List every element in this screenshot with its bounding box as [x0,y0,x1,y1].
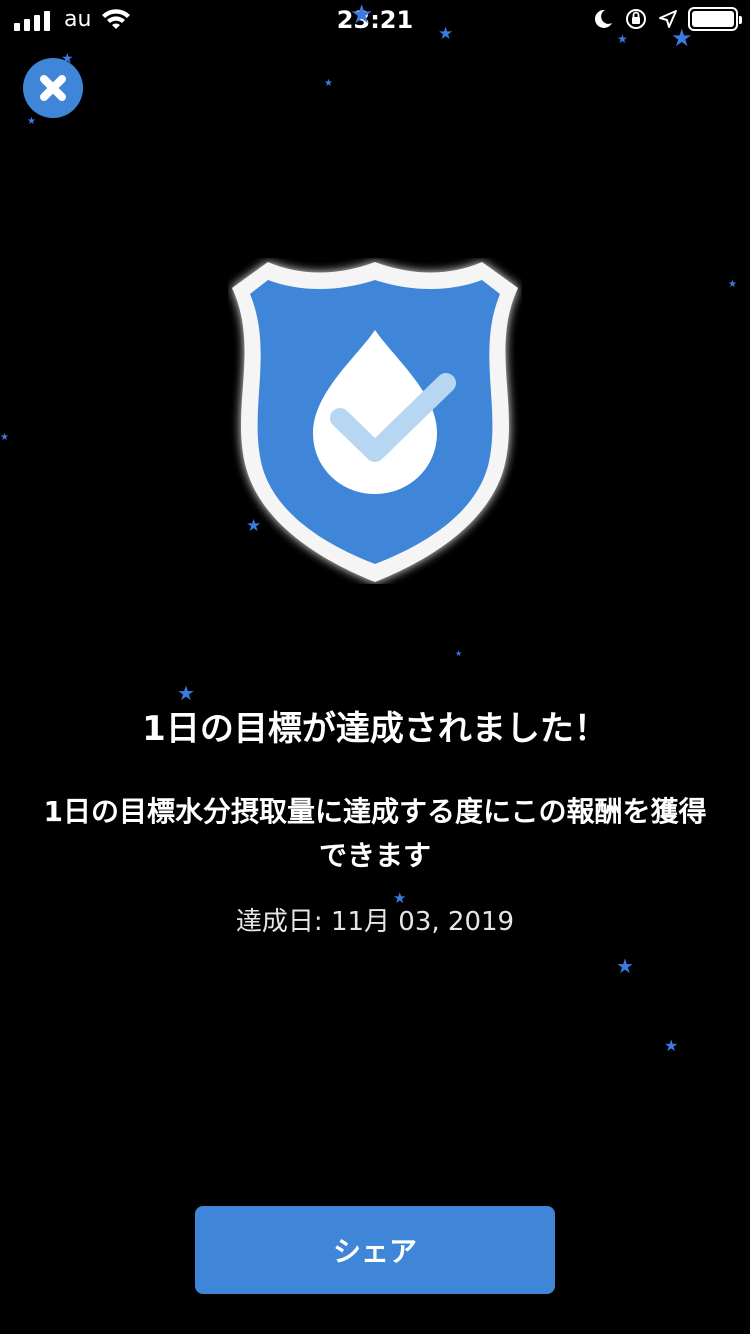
star-icon: ★ [664,1036,679,1055]
share-button-label: シェア [332,1235,417,1268]
star-icon: ★ [616,954,634,978]
star-icon: ★ [671,24,693,52]
status-bar: au 23:21 [0,0,750,40]
achievement-description: 1日の目標水分摂取量に達成する度にこの報酬を獲得できます [43,795,707,872]
star-icon: ★ [438,24,454,44]
moon-icon [594,9,612,28]
achievement-date: 達成日: 11月 03, 2019 [235,907,515,937]
close-button[interactable] [23,58,83,118]
star-icon: ★ [324,78,333,89]
achievement-screen: au 23:21 ★ ★ ★ ★ ★ ★ ★ ★ ★ ★ ★ ★ ★ ★ ★ 1… [0,0,750,1334]
share-button[interactable]: シェア [195,1206,555,1294]
star-icon: ★ [617,32,628,46]
close-icon [40,75,66,101]
star-icon: ★ [728,279,737,290]
star-icon: ★ [0,432,9,443]
star-icon: ★ [455,649,463,658]
star-icon: ★ [350,0,374,30]
star-icon: ★ [177,681,195,705]
shield-water-drop-check-icon [232,262,518,582]
star-icon: ★ [27,116,36,127]
orientation-lock-icon [626,9,646,29]
status-bar-right [592,7,742,31]
battery-icon [688,7,742,31]
achievement-title: 1日の目標が達成されました！ [142,709,608,749]
